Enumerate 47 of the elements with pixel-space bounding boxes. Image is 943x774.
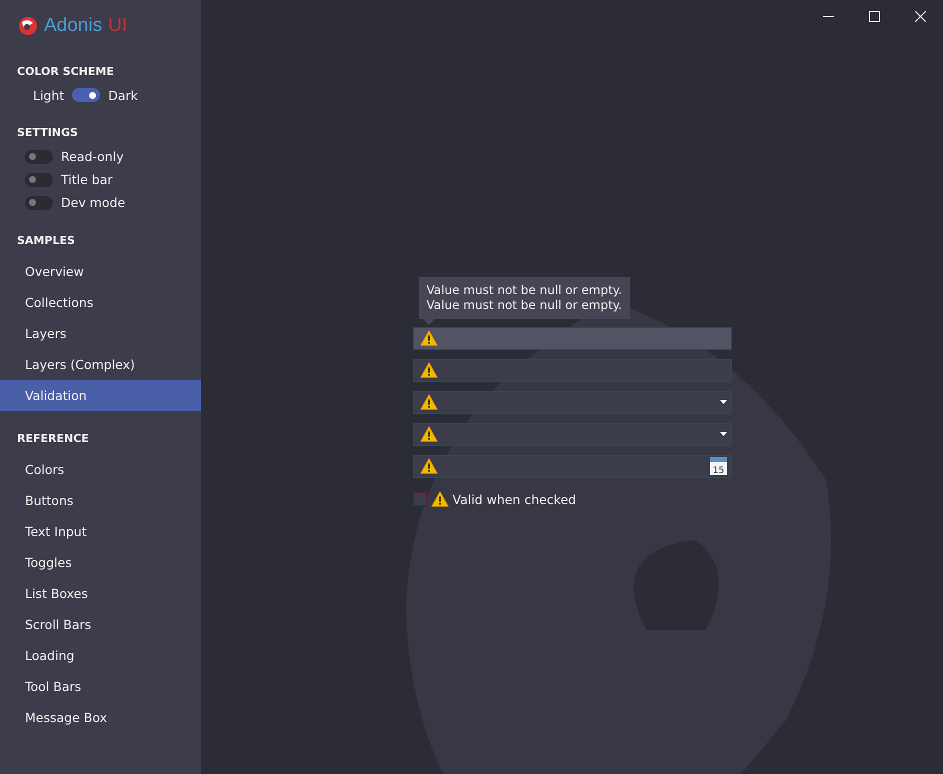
nav-item[interactable]: Scroll Bars: [0, 609, 201, 640]
maximize-icon: [868, 10, 880, 22]
nav-item[interactable]: Tool Bars: [0, 671, 201, 702]
warning-icon: [420, 426, 438, 442]
nav-item[interactable]: Toggles: [0, 547, 201, 578]
toggle-label: Dark: [108, 88, 138, 102]
toggle-switch[interactable]: [25, 150, 53, 164]
nav-item[interactable]: Text Input: [0, 516, 201, 547]
nav-item[interactable]: Colors: [0, 454, 201, 485]
warning-icon: [420, 362, 438, 378]
warning-icon: [420, 394, 438, 410]
date-picker[interactable]: 15: [412, 454, 732, 478]
toggle-switch[interactable]: [25, 172, 53, 186]
text-field[interactable]: [412, 358, 732, 382]
warning-icon: [420, 330, 438, 346]
toggle-label: Read-only: [61, 149, 124, 164]
dropdown-caret-icon: [720, 432, 726, 436]
checkbox[interactable]: [412, 492, 426, 506]
toggle-switch[interactable]: [25, 196, 53, 210]
app-name-accent: UI: [108, 15, 128, 37]
section-heading: SAMPLES: [16, 233, 76, 249]
toggle-label: Light: [33, 88, 64, 102]
logo-icon: [18, 16, 38, 36]
nav-item[interactable]: List Boxes: [0, 578, 201, 609]
warning-icon: [420, 458, 438, 474]
nav-item[interactable]: Message Box: [0, 702, 201, 733]
text-field[interactable]: [412, 326, 732, 350]
app-name: Adonis: [44, 15, 102, 37]
nav-item[interactable]: Layers (Complex): [0, 349, 201, 380]
close-icon: [914, 10, 926, 22]
nav-item[interactable]: Overview: [0, 256, 201, 287]
section-heading: SETTINGS: [16, 125, 79, 141]
toggle-label: Title bar: [61, 172, 112, 187]
section-heading: REFERENCE: [16, 431, 90, 447]
checkbox-label: Valid when checked: [452, 492, 576, 506]
nav-item[interactable]: Validation: [0, 380, 201, 411]
nav-item[interactable]: Loading: [0, 640, 201, 671]
warning-icon: [430, 490, 448, 508]
toggle-label: Dev mode: [61, 195, 126, 210]
nav-item[interactable]: Collections: [0, 287, 201, 318]
tooltip-pointer-icon: [422, 318, 434, 325]
calendar-icon[interactable]: 15: [710, 457, 726, 476]
color-scheme-toggle[interactable]: [72, 88, 100, 102]
section-heading: COLOR SCHEME: [16, 64, 115, 80]
dropdown-caret-icon: [720, 400, 726, 404]
nav-item[interactable]: Layers: [0, 318, 201, 349]
nav-item[interactable]: Buttons: [0, 485, 201, 516]
